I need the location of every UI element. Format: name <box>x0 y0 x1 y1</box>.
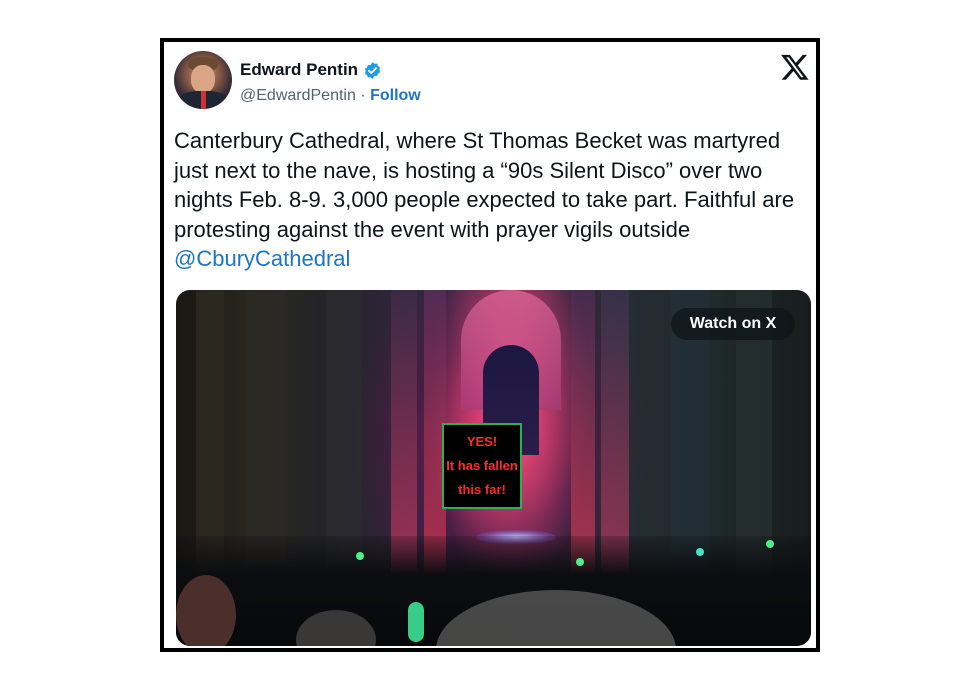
crowd-head <box>176 575 236 646</box>
tweet-text: Canterbury Cathedral, where St Thomas Be… <box>174 126 810 274</box>
author-name[interactable]: Edward Pentin <box>240 60 358 80</box>
caption-line: It has fallen <box>446 458 518 473</box>
author-row: Edward Pentin <box>240 60 382 80</box>
tweet-card: Edward Pentin @EdwardPentin · Follow Can… <box>160 38 820 652</box>
caption-line: this far! <box>458 482 506 497</box>
x-logo-icon[interactable] <box>780 52 810 82</box>
separator: · <box>360 87 366 104</box>
glowstick <box>408 602 424 642</box>
tweet-body: Canterbury Cathedral, where St Thomas Be… <box>174 128 795 242</box>
author-handle[interactable]: @EdwardPentin <box>240 87 356 104</box>
glowstick <box>576 558 584 566</box>
mention-link[interactable]: @CburyCathedral <box>174 246 350 271</box>
watch-on-x-button[interactable]: Watch on X <box>671 308 795 340</box>
glowstick <box>766 540 774 548</box>
caption-overlay: YES! It has fallen this far! <box>442 423 522 509</box>
glowstick <box>356 552 364 560</box>
handle-row: @EdwardPentin · Follow <box>240 87 421 105</box>
tweet-video[interactable]: Watch on X YES! It has fallen this far! <box>176 290 811 646</box>
caption-text: YES! It has fallen this far! <box>444 430 520 502</box>
avatar[interactable] <box>174 51 232 109</box>
glowstick <box>696 548 704 556</box>
verified-badge-icon <box>365 61 381 79</box>
caption-line: YES! <box>466 434 498 449</box>
follow-button[interactable]: Follow <box>370 87 421 104</box>
